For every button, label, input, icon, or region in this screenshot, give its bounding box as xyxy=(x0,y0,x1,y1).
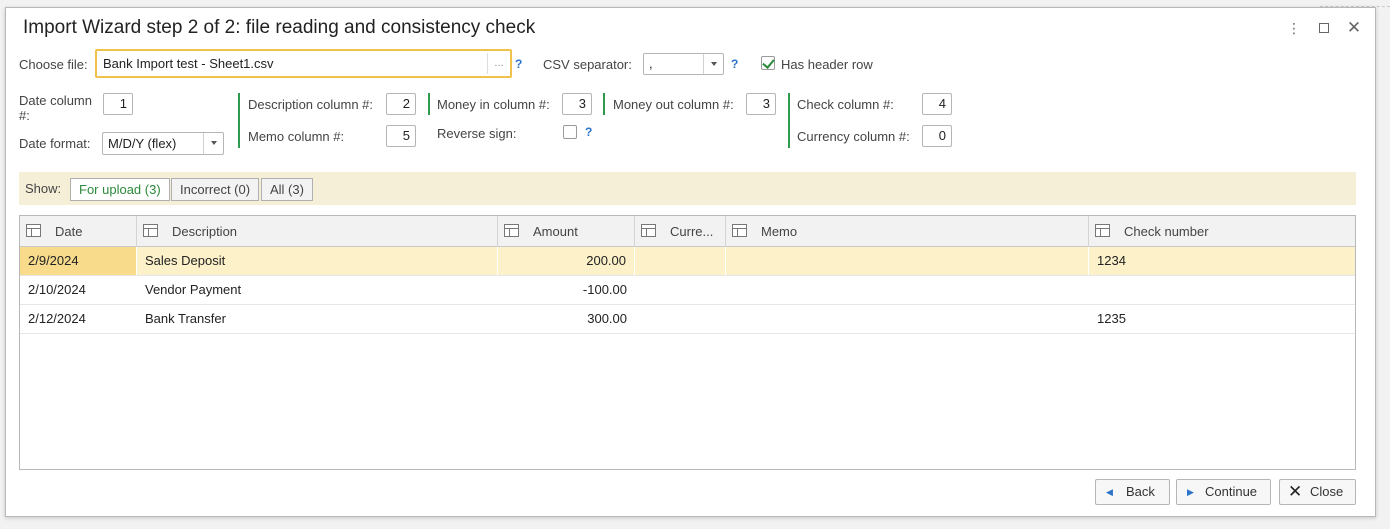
csv-help-icon[interactable]: ? xyxy=(731,57,738,71)
csv-separator-value: , xyxy=(649,56,653,71)
forward-arrow-icon: ▶ xyxy=(1187,487,1194,497)
cell-memo xyxy=(726,305,1089,333)
cell-date: 2/10/2024 xyxy=(28,282,86,297)
group-divider xyxy=(788,93,790,148)
file-name-value: Bank Import test - Sheet1.csv xyxy=(103,56,274,71)
csv-separator-label: CSV separator: xyxy=(543,57,632,72)
chevron-down-icon[interactable] xyxy=(703,54,723,74)
description-column-label: Description column #: xyxy=(248,97,373,112)
reverse-sign-checkbox[interactable] xyxy=(563,125,577,139)
column-header-description[interactable]: Description xyxy=(137,216,498,247)
description-column-input[interactable]: 2 xyxy=(386,93,416,115)
dialog-title: Import Wizard step 2 of 2: file reading … xyxy=(23,17,536,38)
currency-column-input[interactable]: 0 xyxy=(922,125,952,147)
filter-for-upload[interactable]: For upload (3) xyxy=(70,178,170,201)
cell-date: 2/9/2024 xyxy=(20,247,137,275)
column-header-amount[interactable]: Amount xyxy=(498,216,635,247)
file-input[interactable]: Bank Import test - Sheet1.csv ... xyxy=(95,49,512,78)
import-wizard-dialog: Import Wizard step 2 of 2: file reading … xyxy=(5,7,1376,517)
csv-separator-select[interactable]: , xyxy=(643,53,724,75)
date-format-select[interactable]: M/D/Y (flex) xyxy=(102,132,224,155)
table-row[interactable]: 2/12/2024 Bank Transfer 300.00 1235 xyxy=(20,305,1355,334)
cell-check-number xyxy=(1089,276,1355,304)
transactions-table: Date Description Amount Curre... Memo Ch… xyxy=(19,215,1356,470)
date-format-label: Date format: xyxy=(19,136,91,151)
table-column-icon xyxy=(26,224,41,237)
cell-memo xyxy=(726,247,1089,275)
money-in-column-input[interactable]: 3 xyxy=(562,93,592,115)
show-label: Show: xyxy=(25,181,62,196)
cell-currency xyxy=(635,305,726,333)
table-row[interactable]: 2/9/2024 Sales Deposit 200.00 1234 xyxy=(20,247,1355,276)
table-column-icon xyxy=(732,224,747,237)
date-column-input[interactable]: 1 xyxy=(103,93,133,115)
check-column-input[interactable]: 4 xyxy=(922,93,952,115)
file-help-icon[interactable]: ? xyxy=(515,57,522,71)
table-column-icon xyxy=(1095,224,1110,237)
cell-memo xyxy=(726,276,1089,304)
cell-description: Bank Transfer xyxy=(145,311,226,326)
column-header-date[interactable]: Date xyxy=(20,216,137,247)
maximize-icon[interactable] xyxy=(1316,20,1332,36)
group-divider xyxy=(603,93,605,115)
table-row[interactable]: 2/10/2024 Vendor Payment -100.00 xyxy=(20,276,1355,305)
back-button[interactable]: ◀ Back xyxy=(1095,479,1170,505)
cell-date: 2/12/2024 xyxy=(28,311,86,326)
column-header-currency[interactable]: Curre... xyxy=(635,216,726,247)
filter-all[interactable]: All (3) xyxy=(261,178,313,201)
has-header-row-label: Has header row xyxy=(781,57,873,72)
continue-button[interactable]: ▶ Continue xyxy=(1176,479,1271,505)
filter-incorrect[interactable]: Incorrect (0) xyxy=(171,178,260,201)
reverse-sign-help-icon[interactable]: ? xyxy=(585,125,592,139)
close-icon[interactable]: ✕ xyxy=(1346,19,1362,36)
memo-column-input[interactable]: 5 xyxy=(386,125,416,147)
cell-currency xyxy=(635,247,726,275)
show-filter-bar: Show: For upload (3) Incorrect (0) All (… xyxy=(19,172,1356,205)
reverse-sign-label: Reverse sign: xyxy=(437,126,517,141)
column-header-memo[interactable]: Memo xyxy=(726,216,1089,247)
table-header: Date Description Amount Curre... Memo Ch… xyxy=(20,216,1355,247)
table-column-icon xyxy=(504,224,519,237)
cell-amount: -100.00 xyxy=(582,282,627,297)
cell-amount: 300.00 xyxy=(587,311,627,326)
chevron-down-icon[interactable] xyxy=(203,133,223,154)
cell-amount: 200.00 xyxy=(498,247,635,275)
date-format-value: M/D/Y (flex) xyxy=(108,136,177,151)
group-divider xyxy=(238,93,240,148)
table-column-icon xyxy=(143,224,158,237)
cell-check-number: 1234 xyxy=(1089,247,1355,275)
memo-column-label: Memo column #: xyxy=(248,129,345,144)
cell-currency xyxy=(635,276,726,304)
date-column-label: Date column #: xyxy=(19,93,92,123)
money-out-column-label: Money out column #: xyxy=(613,97,734,112)
more-options-icon[interactable]: ⋮ xyxy=(1286,20,1302,36)
choose-file-label: Choose file: xyxy=(19,57,88,72)
group-divider xyxy=(428,93,430,115)
has-header-row-checkbox[interactable] xyxy=(761,56,775,70)
column-header-check-number[interactable]: Check number xyxy=(1089,216,1355,247)
money-out-column-input[interactable]: 3 xyxy=(746,93,776,115)
cell-description: Sales Deposit xyxy=(137,247,498,275)
currency-column-label: Currency column #: xyxy=(797,129,910,144)
close-button[interactable]: ✕ Close xyxy=(1279,479,1356,505)
browse-button[interactable]: ... xyxy=(487,53,510,74)
back-arrow-icon: ◀ xyxy=(1106,487,1113,497)
money-in-column-label: Money in column #: xyxy=(437,97,550,112)
cell-check-number: 1235 xyxy=(1097,311,1126,326)
table-column-icon xyxy=(641,224,656,237)
cell-description: Vendor Payment xyxy=(145,282,242,297)
check-column-label: Check column #: xyxy=(797,97,894,112)
close-x-icon: ✕ xyxy=(1288,482,1303,501)
